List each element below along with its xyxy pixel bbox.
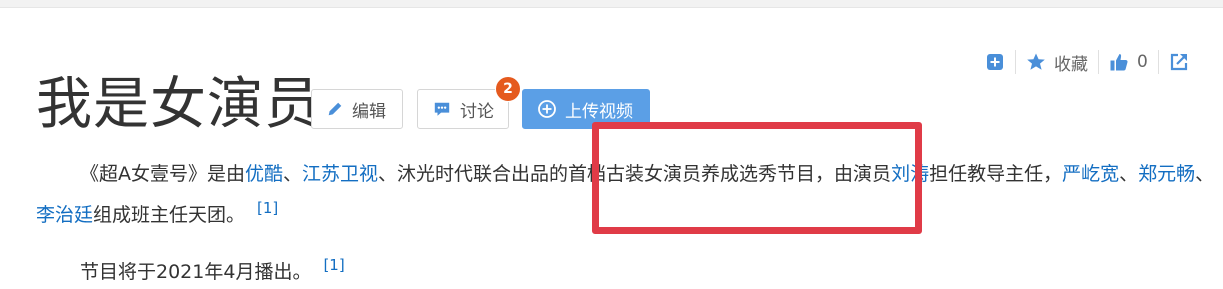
pencil-icon [328,102,342,116]
highlight-box [592,122,922,234]
comment-icon [434,102,450,116]
share-icon [1170,53,1187,71]
text: 、 [283,163,303,185]
like-count: 0 [1137,52,1148,72]
page-title: 我是女演员 [36,72,321,137]
entry-actions: 收藏 0 [985,48,1189,76]
link-jiangsu-tv[interactable]: 江苏卫视 [302,163,378,185]
discuss-button[interactable]: 讨论 [417,89,509,129]
top-strip [0,0,1223,8]
text: 节目将于2021年4月播出。 [80,261,312,283]
add-action[interactable] [985,48,1005,76]
star-icon [1027,53,1045,70]
text: 担任教导主任， [929,163,1063,185]
upload-label: 上传视频 [565,101,633,122]
air-date-paragraph: 节目将于2021年4月播出。 [1] [80,248,1223,289]
link-li-zhiting[interactable]: 李治廷 [36,204,93,226]
discuss-label: 讨论 [460,101,494,122]
discuss-count-badge: 2 [495,76,521,102]
text: 组成班主任天团。 [93,204,246,226]
like-button[interactable]: 0 [1109,48,1148,76]
reference-link[interactable]: [1] [257,199,278,217]
text: 《超A女壹号》是由 [80,163,245,185]
plus-circle-icon [538,100,556,118]
collect-label: 收藏 [1054,54,1088,75]
text: 、 [1119,163,1139,185]
share-button[interactable] [1169,48,1189,76]
collect-button[interactable]: 收藏 [1026,48,1088,76]
link-zheng-yuanchang[interactable]: 郑元畅 [1138,163,1195,185]
divider [1098,50,1099,74]
add-icon [987,54,1003,70]
text: 、 [1195,163,1215,185]
divider [1015,50,1016,74]
reference-link[interactable]: [1] [323,256,344,274]
edit-button[interactable]: 编辑 [311,89,403,129]
link-yan-yikuan[interactable]: 严屹宽 [1062,163,1119,185]
edit-label: 编辑 [352,101,386,122]
link-youku[interactable]: 优酷 [245,163,283,185]
divider [1157,50,1159,74]
thumbs-up-icon [1110,54,1128,71]
